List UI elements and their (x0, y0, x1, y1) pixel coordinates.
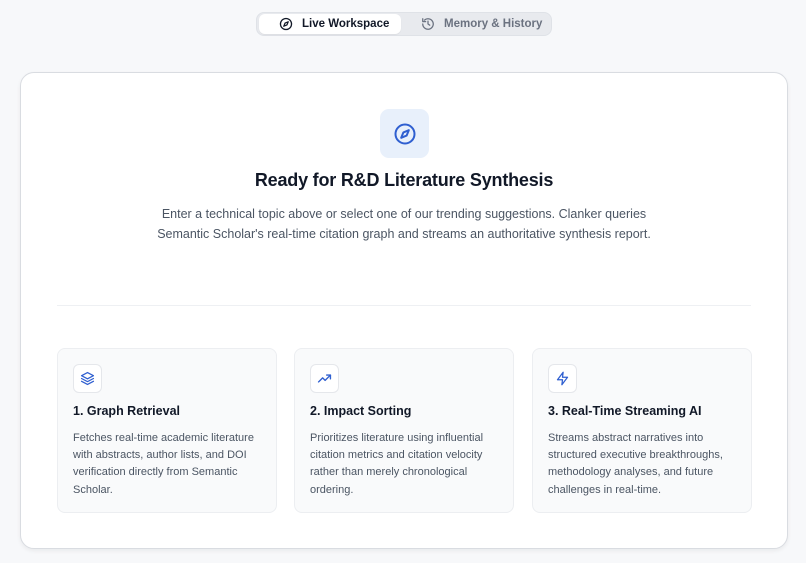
tab-label: Live Workspace (302, 18, 390, 30)
compass-icon (279, 17, 293, 31)
tab-memory-history[interactable]: Memory & History (401, 14, 547, 34)
compass-icon (380, 109, 429, 158)
tab-live-workspace[interactable]: Live Workspace (259, 14, 401, 34)
tab-label: Memory & History (444, 18, 543, 30)
feature-card-streaming-ai: 3. Real-Time Streaming AI Streams abstra… (532, 348, 752, 513)
feature-text: Prioritizes literature using influential… (310, 432, 484, 496)
feature-text: Fetches real-time academic literature wi… (73, 432, 254, 496)
divider (57, 305, 751, 306)
page-description: Enter a technical topic above or select … (157, 207, 651, 241)
feature-text: Streams abstract narratives into structu… (548, 432, 723, 496)
trending-up-icon (310, 364, 339, 393)
page-title: Ready for R&D Literature Synthesis (254, 170, 554, 190)
feature-card-graph-retrieval: 1. Graph Retrieval Fetches real-time aca… (57, 348, 277, 513)
feature-card-impact-sorting: 2. Impact Sorting Prioritizes literature… (294, 348, 514, 513)
lightning-icon (548, 364, 577, 393)
layers-icon (73, 364, 102, 393)
feature-title: 2. Impact Sorting (310, 404, 412, 418)
feature-title: 3. Real-Time Streaming AI (548, 404, 702, 418)
history-icon (421, 17, 435, 31)
feature-title: 1. Graph Retrieval (73, 404, 180, 418)
welcome-card: Ready for R&D Literature Synthesis Enter… (20, 72, 788, 549)
view-switcher: Live Workspace Memory & History (256, 12, 552, 36)
